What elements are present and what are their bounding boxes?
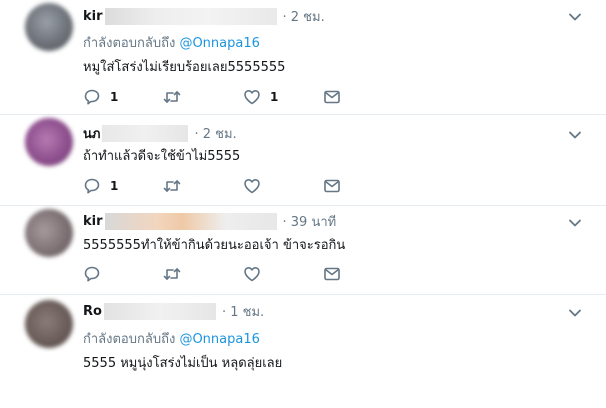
redacted-name xyxy=(103,302,216,320)
tweet-text: 5555555ทำให้ข้ากินด้วยนะออเจ้า ข้าจะรอกิ… xyxy=(83,238,346,253)
reply-button[interactable]: 1 xyxy=(83,176,118,196)
author-name[interactable]: kir xyxy=(83,9,103,24)
replying-prefix: กำลังตอบกลับถึง xyxy=(83,332,176,347)
reply-feed: kir · 2 ชม. กำลังตอบกลับถึง @Onnapa16 หม… xyxy=(0,0,606,408)
avatar[interactable] xyxy=(25,300,73,348)
like-button[interactable]: 1 xyxy=(243,87,278,107)
envelope-icon xyxy=(324,179,340,193)
reply-button[interactable] xyxy=(83,264,101,284)
replying-handle-link[interactable]: @Onnapa16 xyxy=(179,36,259,51)
tweet-actions xyxy=(83,264,383,284)
author-name[interactable]: นภ xyxy=(83,123,100,144)
like-button[interactable] xyxy=(243,264,261,284)
tweet-time[interactable]: · 1 ชม. xyxy=(222,301,264,322)
tweet-time[interactable]: · 39 นาที xyxy=(283,211,337,232)
author-name[interactable]: Ro xyxy=(83,304,102,319)
tweet-text: ถ้าทำแล้วดีจะใช้ข้าไม่5555 xyxy=(83,149,241,164)
tweet[interactable]: kir · 39 นาที 5555555ทำให้ข้ากินด้วยนะออ… xyxy=(0,206,606,294)
direct-message-button[interactable] xyxy=(323,264,341,284)
avatar[interactable] xyxy=(25,118,73,166)
redacted-name xyxy=(104,7,277,25)
replying-to: กำลังตอบกลับถึง @Onnapa16 xyxy=(83,328,260,349)
reply-icon xyxy=(84,266,100,282)
envelope-icon xyxy=(324,90,340,104)
direct-message-button[interactable] xyxy=(323,87,341,107)
tweet-text: 5555 หมูนุ่งโสร่งไม่เป็น หลุดลุ่ยเลย xyxy=(83,356,283,371)
like-count: 1 xyxy=(270,90,279,104)
retweet-button[interactable] xyxy=(163,264,181,284)
chevron-down-icon[interactable] xyxy=(568,128,582,142)
retweet-icon xyxy=(163,91,181,103)
author-name[interactable]: kir xyxy=(83,214,103,229)
chevron-down-icon[interactable] xyxy=(568,216,582,230)
redacted-name xyxy=(104,212,277,230)
tweet-actions: 1 1 xyxy=(83,87,383,107)
replying-to: กำลังตอบกลับถึง @Onnapa16 xyxy=(83,32,260,53)
chevron-down-icon[interactable] xyxy=(568,10,582,24)
direct-message-button[interactable] xyxy=(323,176,341,196)
heart-icon xyxy=(244,90,260,105)
tweet-time[interactable]: · 2 ชม. xyxy=(283,6,325,27)
tweet[interactable]: kir · 2 ชม. กำลังตอบกลับถึง @Onnapa16 หม… xyxy=(0,0,606,114)
retweet-button[interactable] xyxy=(163,176,181,196)
retweet-icon xyxy=(163,180,181,192)
chevron-down-icon[interactable] xyxy=(568,306,582,320)
reply-icon xyxy=(84,89,100,105)
tweet-header: kir · 2 ชม. xyxy=(83,7,325,25)
avatar[interactable] xyxy=(25,209,73,257)
reply-icon xyxy=(84,178,100,194)
reply-count: 1 xyxy=(110,179,119,193)
replying-prefix: กำลังตอบกลับถึง xyxy=(83,36,176,51)
replying-handle-link[interactable]: @Onnapa16 xyxy=(179,332,259,347)
redacted-name xyxy=(102,124,189,142)
reply-button[interactable]: 1 xyxy=(83,87,118,107)
tweet-actions: 1 xyxy=(83,176,383,196)
like-button[interactable] xyxy=(243,176,261,196)
tweet[interactable]: Ro · 1 ชม. กำลังตอบกลับถึง @Onnapa16 555… xyxy=(0,295,606,408)
tweet-time[interactable]: · 2 ชม. xyxy=(194,123,236,144)
avatar[interactable] xyxy=(25,3,73,51)
retweet-button[interactable] xyxy=(163,87,181,107)
heart-icon xyxy=(244,179,260,194)
heart-icon xyxy=(244,267,260,282)
envelope-icon xyxy=(324,267,340,281)
tweet-text: หมูใส่โสร่งไม่เรียบร้อยเลย5555555 xyxy=(83,60,286,75)
tweet[interactable]: นภ · 2 ชม. ถ้าทำแล้วดีจะใช้ข้าไม่5555 1 xyxy=(0,115,606,205)
tweet-header: Ro · 1 ชม. xyxy=(83,302,264,320)
retweet-icon xyxy=(163,268,181,280)
tweet-header: kir · 39 นาที xyxy=(83,212,336,230)
reply-count: 1 xyxy=(110,90,119,104)
tweet-header: นภ · 2 ชม. xyxy=(83,124,237,142)
